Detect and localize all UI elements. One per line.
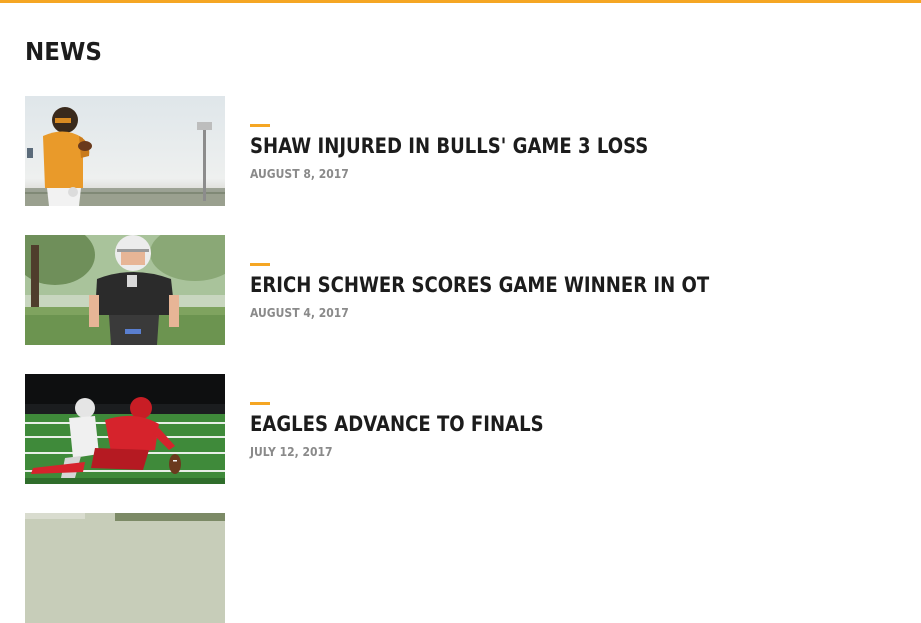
news-thumbnail-partial[interactable]: [25, 513, 225, 623]
news-date: AUGUST 8, 2017: [250, 167, 349, 181]
news-thumbnail-youth-player[interactable]: [25, 235, 225, 345]
news-item[interactable]: EAGLES ADVANCE TO FINALS JULY 12, 2017: [25, 374, 905, 484]
headline-accent-line: [250, 402, 270, 405]
headline-accent-line: [250, 263, 270, 266]
news-item[interactable]: SHAW INJURED IN BULLS' GAME 3 LOSS AUGUS…: [25, 96, 905, 206]
news-item[interactable]: [25, 513, 905, 623]
news-headline[interactable]: ERICH SCHWER SCORES GAME WINNER IN OT: [250, 271, 709, 299]
football-quarterback-image: [25, 96, 225, 206]
news-headline[interactable]: SHAW INJURED IN BULLS' GAME 3 LOSS: [250, 132, 648, 160]
news-thumbnail-tackle[interactable]: [25, 374, 225, 484]
news-headline[interactable]: EAGLES ADVANCE TO FINALS: [250, 410, 544, 438]
top-accent-bar: [0, 0, 921, 3]
news-item[interactable]: ERICH SCHWER SCORES GAME WINNER IN OT AU…: [25, 235, 905, 345]
news-date: JULY 12, 2017: [250, 445, 333, 459]
partial-news-image: [25, 513, 225, 623]
section-title: NEWS: [25, 37, 102, 66]
youth-football-player-image: [25, 235, 225, 345]
headline-accent-line: [250, 124, 270, 127]
news-date: AUGUST 4, 2017: [250, 306, 349, 320]
news-thumbnail-quarterback[interactable]: [25, 96, 225, 206]
football-tackle-image: [25, 374, 225, 484]
